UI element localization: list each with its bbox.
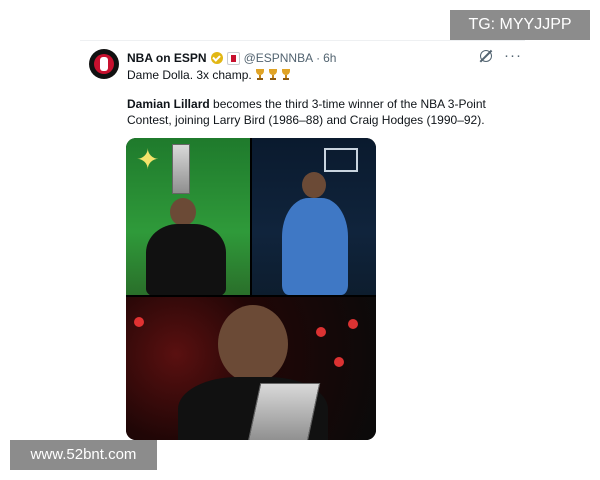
grok-icon[interactable] xyxy=(480,50,492,62)
trophy-icon xyxy=(255,69,265,81)
bokeh-light xyxy=(316,327,326,337)
player-figure xyxy=(282,198,348,295)
bokeh-light xyxy=(348,319,358,329)
bokeh-light xyxy=(134,317,144,327)
hoop-backboard xyxy=(324,148,358,172)
tweet-tools: ··· xyxy=(480,48,522,63)
watermark-top: TG: MYYJJPP xyxy=(450,10,590,40)
timestamp[interactable]: 6h xyxy=(323,51,336,65)
separator: · xyxy=(316,51,321,65)
avatar[interactable] xyxy=(89,49,119,79)
player-head xyxy=(170,198,196,226)
nba-logo-icon xyxy=(94,54,114,74)
watermark-bottom: www.52bnt.com xyxy=(10,440,157,470)
tweet-text-line1: Dame Dolla. 3x champ. xyxy=(127,68,252,82)
player-head xyxy=(302,172,326,198)
trophy-image xyxy=(172,144,190,194)
more-options-button[interactable]: ··· xyxy=(504,48,522,63)
bokeh-light xyxy=(334,357,344,367)
tweet-line1: Dame Dolla. 3x champ. xyxy=(127,68,291,82)
verified-badge-icon xyxy=(210,52,223,64)
tweet-header: NBA on ESPN @ESPNNBA · 6h xyxy=(127,50,336,66)
media-grid: ✦ xyxy=(126,138,376,440)
tweet-body-bold: Damian Lillard xyxy=(127,97,210,111)
author-name[interactable]: NBA on ESPN xyxy=(127,51,207,65)
trophy-image xyxy=(247,383,321,440)
star-decoration: ✦ xyxy=(136,144,160,175)
photo-lillard-closeup[interactable] xyxy=(126,297,376,440)
affiliate-badge-icon xyxy=(226,51,240,65)
photo-lillard-trophy[interactable]: ✦ xyxy=(126,138,250,295)
player-head xyxy=(218,305,288,383)
trophy-icon xyxy=(281,69,291,81)
trophy-icon xyxy=(268,69,278,81)
author-handle[interactable]: @ESPNNBA xyxy=(244,51,314,65)
tweet-body: Damian Lillard becomes the third 3-time … xyxy=(127,96,507,128)
photo-lillard-celebrating[interactable] xyxy=(252,138,376,295)
player-figure xyxy=(146,224,226,295)
